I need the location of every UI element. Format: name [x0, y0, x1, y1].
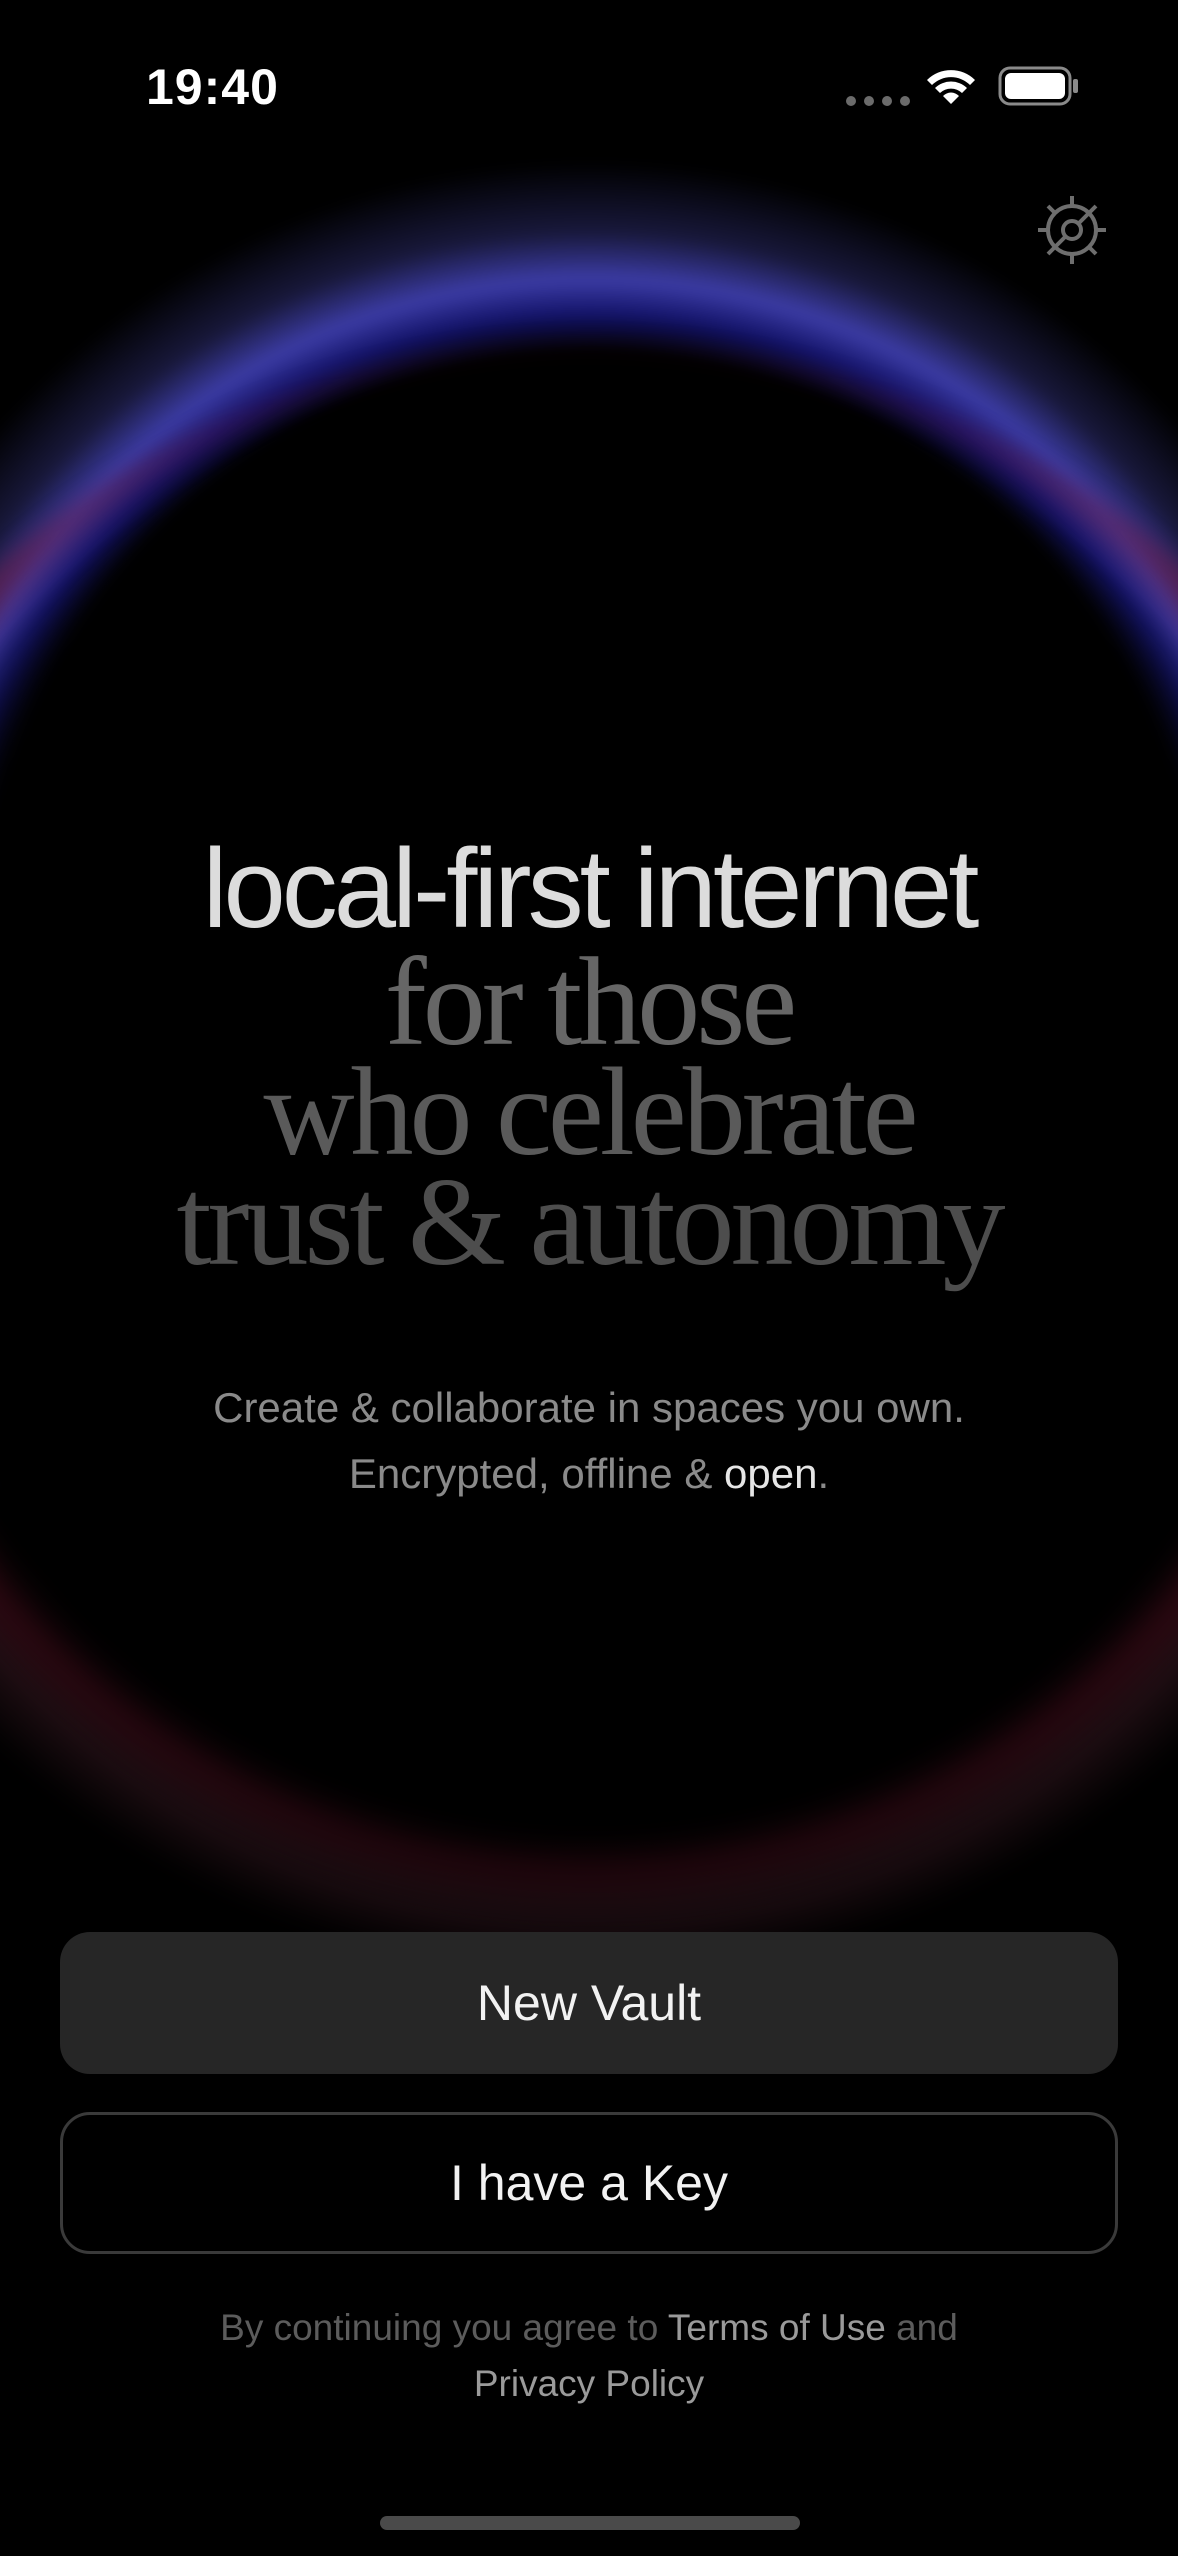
- tagline-prefix: Encrypted, offline &: [348, 1450, 724, 1497]
- legal-middle: and: [885, 2307, 958, 2348]
- status-time: 19:40: [146, 59, 279, 115]
- headline-line-1: local-first internet: [202, 826, 980, 951]
- legal-line-2: Privacy Policy: [0, 2356, 1178, 2412]
- wifi-icon: [927, 70, 975, 104]
- gear-icon[interactable]: [1032, 190, 1112, 270]
- legal-prefix: By continuing you agree to: [220, 2307, 668, 2348]
- tagline: Create & collaborate in spaces you own. …: [0, 1375, 1178, 1507]
- legal-notice: By continuing you agree to Terms of Use …: [0, 2300, 1178, 2412]
- welcome-screen: 19:40 local-first internet for those who…: [0, 0, 1178, 2556]
- tagline-line-2: Encrypted, offline & open.: [0, 1441, 1178, 1507]
- have-key-button[interactable]: I have a Key: [60, 2112, 1118, 2254]
- tagline-suffix: .: [817, 1450, 830, 1497]
- terms-of-use-link[interactable]: Terms of Use: [668, 2307, 886, 2348]
- headline-line-4: trust & autonomy: [176, 1153, 1006, 1292]
- cellular-signal-icon: [846, 96, 910, 106]
- privacy-policy-link[interactable]: Privacy Policy: [474, 2363, 704, 2404]
- headline-line-2: for those: [384, 933, 797, 1072]
- hero-headline: local-first internet for those who celeb…: [0, 826, 1178, 1292]
- status-bar: 19:40: [0, 0, 1178, 170]
- legal-line-1: By continuing you agree to Terms of Use …: [0, 2300, 1178, 2356]
- headline-line-3: who celebrate: [263, 1043, 918, 1182]
- tagline-highlight: open: [724, 1450, 818, 1497]
- new-vault-button[interactable]: New Vault: [60, 1932, 1118, 2074]
- battery-icon: [998, 66, 1078, 106]
- tagline-line-1: Create & collaborate in spaces you own.: [213, 1384, 965, 1431]
- home-indicator[interactable]: [380, 2516, 800, 2530]
